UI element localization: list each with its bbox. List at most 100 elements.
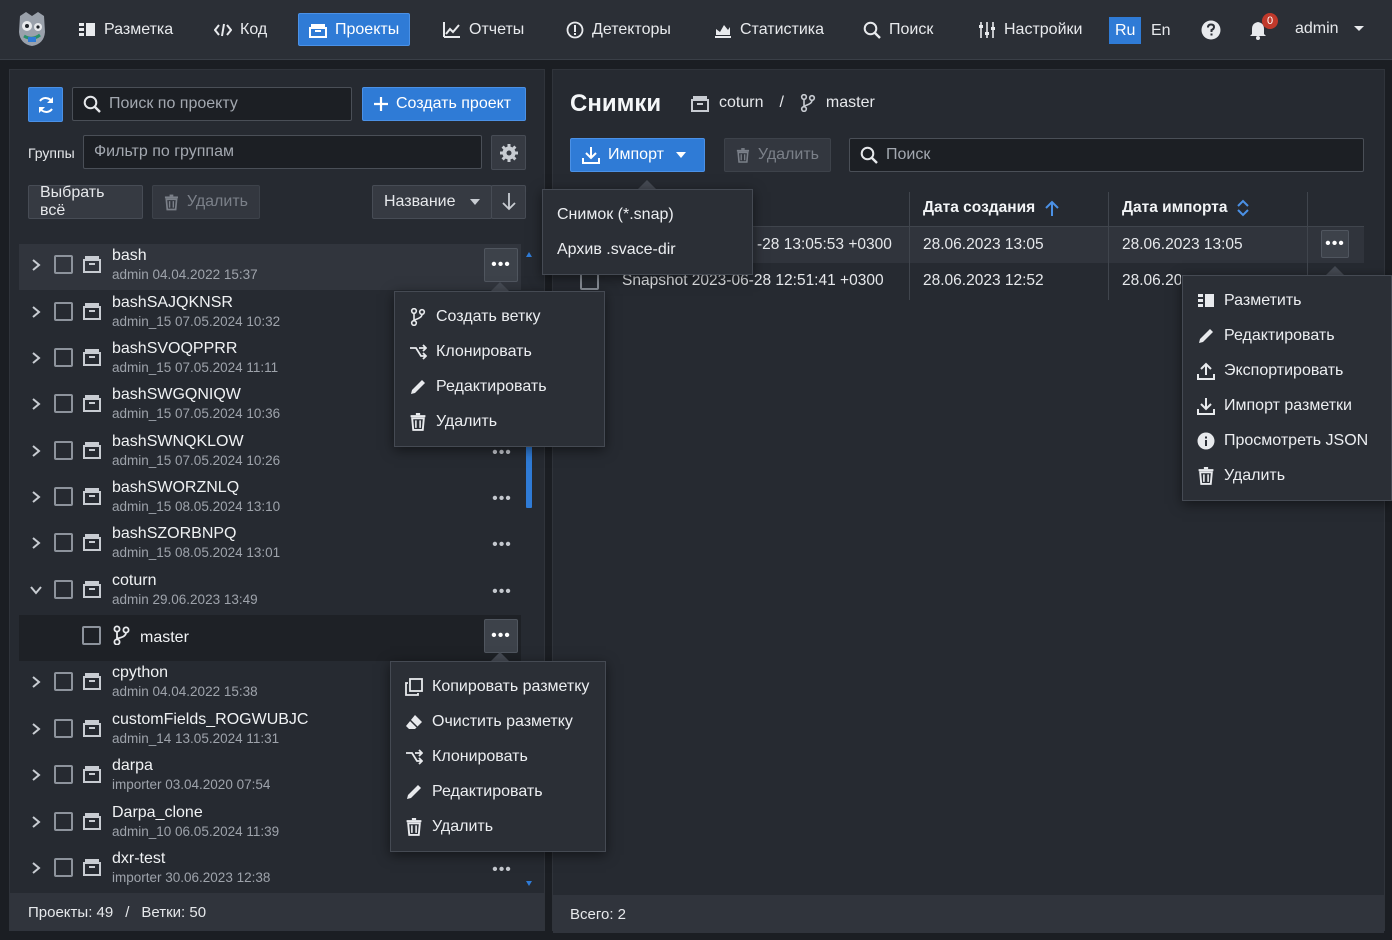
nav-projects[interactable]: Проекты xyxy=(298,13,411,46)
snapshot-search-input[interactable]: Поиск xyxy=(849,138,1364,172)
branch-row[interactable]: master ••• xyxy=(19,615,521,661)
row-actions-button[interactable]: ••• xyxy=(488,531,516,559)
row-checkbox[interactable] xyxy=(54,302,73,321)
breadcrumb-project[interactable]: coturn xyxy=(719,94,763,112)
nav-search[interactable]: Поиск xyxy=(853,13,943,46)
row-checkbox[interactable] xyxy=(54,487,73,506)
sort-direction-button[interactable] xyxy=(491,185,526,219)
menu-item-copy-markup[interactable]: Копировать разметку xyxy=(391,669,605,704)
import-button[interactable]: Импорт xyxy=(570,138,705,172)
menu-item-delete[interactable]: Удалить xyxy=(391,809,605,844)
app-logo-icon[interactable] xyxy=(14,10,50,48)
project-name: bashSAJQKNSR xyxy=(112,294,233,311)
menu-item-import-svace-dir[interactable]: Архив .svace-dir xyxy=(543,232,752,267)
menu-item-view-json[interactable]: Просмотреть JSON xyxy=(1183,423,1391,458)
chevron-right-icon[interactable] xyxy=(29,490,43,504)
create-project-button[interactable]: Создать проект xyxy=(362,87,526,121)
groups-filter-input[interactable]: Фильтр по группам xyxy=(83,135,482,169)
chevron-right-icon[interactable] xyxy=(29,305,43,319)
row-checkbox[interactable] xyxy=(54,533,73,552)
row-actions-button[interactable]: ••• xyxy=(488,856,516,884)
row-checkbox[interactable] xyxy=(54,672,73,691)
row-checkbox[interactable] xyxy=(82,626,101,645)
menu-item-edit[interactable]: Редактировать xyxy=(395,369,604,404)
snapshot-name-cell[interactable]: -28 13:05:53 +0300 xyxy=(744,227,909,263)
row-checkbox[interactable] xyxy=(54,441,73,460)
chevron-right-icon[interactable] xyxy=(29,397,43,411)
list-scrollbar-thumb[interactable] xyxy=(526,442,532,508)
chevron-right-icon[interactable] xyxy=(29,722,43,736)
menu-item-delete[interactable]: Удалить xyxy=(1183,458,1391,493)
nav-statistics[interactable]: Статистика xyxy=(704,13,834,46)
menu-item-clone[interactable]: Клонировать xyxy=(395,334,604,369)
chevron-right-icon[interactable] xyxy=(29,815,43,829)
row-checkbox[interactable] xyxy=(54,858,73,877)
project-search-input[interactable]: Поиск по проекту xyxy=(72,87,352,121)
project-name: bashSWGQNIQW xyxy=(112,386,241,403)
row-checkbox[interactable] xyxy=(54,394,73,413)
chevron-right-icon[interactable] xyxy=(29,861,43,875)
menu-item-markup[interactable]: Разметить xyxy=(1183,283,1391,318)
project-row[interactable]: coturn admin 29.06.2023 13:49 ••• xyxy=(19,569,521,615)
delete-snapshots-button[interactable]: Удалить xyxy=(724,138,831,172)
menu-item-create-branch[interactable]: Создать ветку xyxy=(395,299,604,334)
row-actions-button[interactable]: ••• xyxy=(1321,230,1349,258)
help-icon[interactable] xyxy=(1201,20,1221,40)
delete-projects-button[interactable]: Удалить xyxy=(152,185,260,219)
scroll-up-icon[interactable] xyxy=(526,252,532,257)
lang-en[interactable]: En xyxy=(1145,17,1177,44)
sort-label: Название xyxy=(384,193,456,210)
column-header-imported[interactable]: Дата импорта xyxy=(1109,189,1307,227)
menu-pointer xyxy=(638,180,656,189)
project-row[interactable]: bashSWORZNLQ admin_15 08.05.2024 13:10 ••• xyxy=(19,476,521,522)
column-header-created[interactable]: Дата создания xyxy=(910,189,1108,227)
nav-detectors[interactable]: Детекторы xyxy=(556,13,681,46)
menu-item-edit[interactable]: Редактировать xyxy=(391,774,605,809)
lang-ru[interactable]: Ru xyxy=(1109,17,1142,44)
menu-item-delete[interactable]: Удалить xyxy=(395,404,604,439)
menu-item-export[interactable]: Экспортировать xyxy=(1183,353,1391,388)
refresh-button[interactable] xyxy=(28,87,63,122)
scroll-down-icon[interactable] xyxy=(526,881,532,886)
row-checkbox[interactable] xyxy=(54,348,73,367)
project-row[interactable]: dxr-test importer 30.06.2023 12:38 ••• xyxy=(19,847,521,893)
breadcrumb-branch[interactable]: master xyxy=(826,94,875,112)
menu-item-import-markup[interactable]: Импорт разметки xyxy=(1183,388,1391,423)
column-label: Дата создания xyxy=(923,199,1036,216)
nav-reports[interactable]: Отчеты xyxy=(433,13,534,46)
search-placeholder: Поиск по проекту xyxy=(109,95,238,112)
chevron-right-icon[interactable] xyxy=(29,768,43,782)
select-all-button[interactable]: Выбрать всё xyxy=(28,184,143,219)
row-checkbox[interactable] xyxy=(54,719,73,738)
nav-code[interactable]: Код xyxy=(204,13,277,46)
row-actions-button[interactable]: ••• xyxy=(484,248,518,282)
menu-item-clear-markup[interactable]: Очистить разметку xyxy=(391,704,605,739)
row-checkbox[interactable] xyxy=(54,580,73,599)
chevron-right-icon[interactable] xyxy=(29,536,43,550)
menu-label: Очистить разметку xyxy=(432,712,573,730)
sort-select[interactable]: Название xyxy=(372,185,492,219)
chevron-right-icon[interactable] xyxy=(29,351,43,365)
row-checkbox[interactable] xyxy=(54,812,73,831)
chevron-right-icon[interactable] xyxy=(29,444,43,458)
chevron-down-icon[interactable] xyxy=(29,583,43,597)
row-actions-button[interactable]: ••• xyxy=(488,485,516,513)
project-row[interactable]: bash admin 04.04.2022 15:37 ••• xyxy=(19,244,521,290)
menu-item-import-snap[interactable]: Снимок (*.snap) xyxy=(543,197,752,232)
project-row[interactable]: bashSZORBNPQ admin_15 08.05.2024 13:01 ••• xyxy=(19,522,521,568)
chevron-right-icon[interactable] xyxy=(29,258,43,272)
menu-item-edit[interactable]: Редактировать xyxy=(1183,318,1391,353)
row-checkbox[interactable] xyxy=(54,255,73,274)
row-actions-button[interactable]: ••• xyxy=(484,619,518,653)
row-actions-button[interactable]: ••• xyxy=(488,578,516,606)
groups-settings-button[interactable] xyxy=(491,135,526,170)
menu-label: Копировать разметку xyxy=(432,677,590,695)
row-checkbox[interactable] xyxy=(54,765,73,784)
plus-icon xyxy=(374,97,388,111)
chevron-right-icon[interactable] xyxy=(29,675,43,689)
nav-settings[interactable]: Настройки xyxy=(968,13,1092,46)
nav-markup[interactable]: Разметка xyxy=(68,13,183,46)
menu-item-clone[interactable]: Клонировать xyxy=(391,739,605,774)
user-menu[interactable]: admin xyxy=(1295,20,1365,38)
nav-label: Разметка xyxy=(104,20,174,38)
